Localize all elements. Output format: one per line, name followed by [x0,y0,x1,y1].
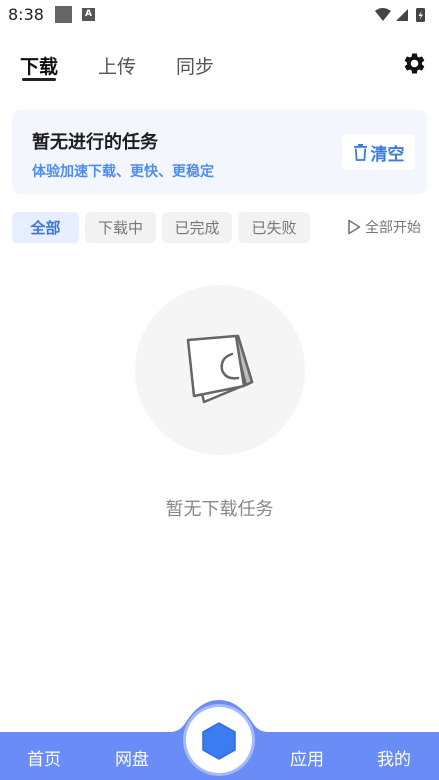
task-status-card: 暂无进行的任务 体验加速下载、更快、更稳定 清空 [12,110,427,194]
status-time: 8:38 [8,5,44,24]
clear-button[interactable]: 清空 [342,134,415,170]
promo-title: 暂无进行的任务 [32,132,158,153]
filter-completed[interactable]: 已完成 [162,212,232,243]
hexagon-icon [202,722,236,760]
start-all-button[interactable]: 全部开始 [347,217,421,237]
nav-apps[interactable]: 应用 [290,745,324,770]
filter-downloading[interactable]: 下载中 [85,212,156,243]
nav-home[interactable]: 首页 [27,745,61,770]
start-all-label: 全部开始 [365,220,421,236]
trash-icon [353,143,367,161]
tab-sync[interactable]: 同步 [176,52,214,79]
status-bar: 8:38 A [0,0,439,32]
notification-square-icon [55,6,72,23]
gear-icon[interactable] [402,51,427,76]
promo-subtitle[interactable]: 体验加速下载、更快、更稳定 [32,161,214,181]
empty-box-icon [186,334,254,404]
play-icon [348,219,361,235]
nav-cloud-drive[interactable]: 网盘 [115,745,149,770]
tab-upload[interactable]: 上传 [98,52,136,79]
nav-mine[interactable]: 我的 [377,745,411,770]
clear-button-label: 清空 [370,144,405,165]
filter-failed[interactable]: 已失败 [238,212,310,243]
tab-download[interactable]: 下载 [20,52,58,79]
notification-letter-icon: A [82,8,95,21]
empty-message: 暂无下载任务 [165,499,274,520]
active-tab-indicator [22,78,56,81]
filter-all[interactable]: 全部 [12,212,79,243]
status-signal-icons [375,8,425,22]
